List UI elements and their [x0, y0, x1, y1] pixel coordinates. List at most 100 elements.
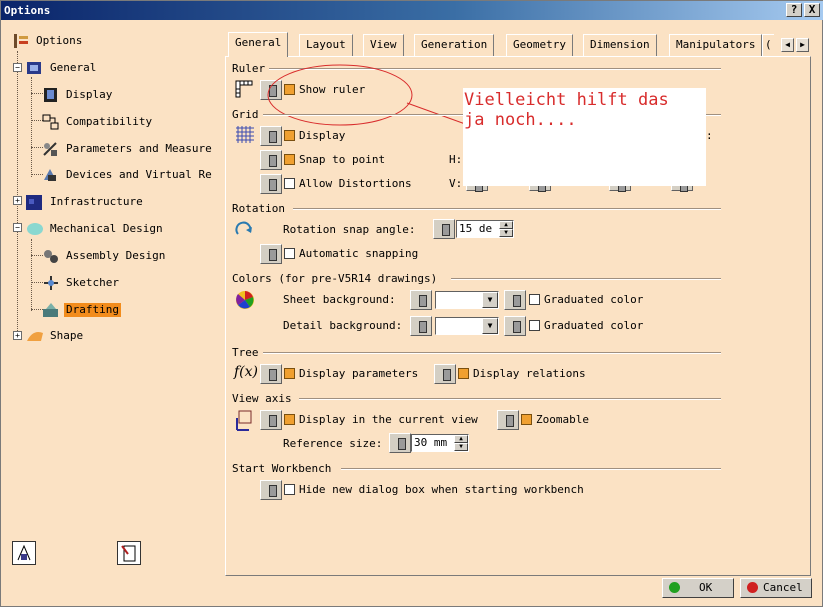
tab-general[interactable]: General	[228, 32, 289, 57]
tree-item-sketcher[interactable]: Sketcher	[41, 273, 121, 293]
mechanical-design-icon	[25, 220, 45, 238]
tab-view[interactable]: View	[363, 34, 404, 56]
reference-size-label: Reference size:	[283, 437, 383, 450]
automatic-snapping-lock-button[interactable]	[260, 244, 282, 264]
tree-item-compatibility[interactable]: Compatibility	[41, 112, 154, 132]
automatic-snapping-checkbox[interactable]	[284, 248, 295, 259]
display-parameters-label: Display parameters	[299, 367, 419, 380]
tree-item-shape[interactable]: Shape	[25, 326, 85, 346]
display-current-view-label: Display in the current view	[299, 413, 478, 426]
snap-to-point-checkbox[interactable]	[284, 154, 295, 165]
sheet-background-select[interactable]: ▼	[435, 291, 499, 309]
allow-distortions-lock-button[interactable]	[260, 174, 282, 194]
zoomable-lock-button[interactable]	[497, 410, 519, 430]
reference-size-up[interactable]: ▲	[454, 435, 468, 443]
infrastructure-expander[interactable]: +	[13, 196, 22, 205]
window-title: Options	[4, 4, 51, 17]
tab-overflow[interactable]: (	[762, 34, 774, 56]
tree-item-infrastructure[interactable]: Infrastructure	[25, 192, 145, 212]
tab-scroll-right[interactable]: ▶	[796, 38, 809, 52]
chevron-down-icon[interactable]: ▼	[482, 318, 498, 334]
display-relations-lock-button[interactable]	[434, 364, 456, 384]
reference-size-lock-button[interactable]	[389, 433, 411, 453]
display-current-view-checkbox[interactable]	[284, 414, 295, 425]
grid-display-lock-button[interactable]	[260, 126, 282, 146]
color-wheel-icon	[234, 289, 256, 309]
mechanical-design-expander[interactable]: −	[13, 223, 22, 232]
rotation-angle-down[interactable]: ▼	[499, 229, 513, 237]
tree-item-drafting[interactable]: Drafting	[41, 300, 121, 320]
ok-button[interactable]: OK	[662, 578, 734, 598]
tab-strip: General Layout View Generation Geometry …	[227, 32, 787, 57]
section-grid-title: Grid	[232, 108, 259, 121]
hide-dialog-lock-button[interactable]	[260, 480, 282, 500]
annotation-note: Vielleicht hilft das ja noch....	[463, 88, 706, 186]
rotation-snap-angle-input[interactable]: 15 de ▲ ▼	[456, 220, 514, 238]
general-expander[interactable]: −	[13, 63, 22, 72]
compatibility-icon	[41, 113, 61, 131]
grid-display-checkbox[interactable]	[284, 130, 295, 141]
cancel-button[interactable]: Cancel	[740, 578, 812, 598]
options-dialog: Options ? X − + − + Options General Disp…	[0, 0, 823, 607]
help-button[interactable]: ?	[786, 3, 802, 17]
snap-to-point-label: Snap to point	[299, 153, 386, 166]
tab-manipulators[interactable]: Manipulators	[669, 34, 763, 56]
tree-item-options[interactable]: Options	[11, 31, 84, 51]
reference-size-down[interactable]: ▼	[454, 443, 468, 451]
sheet-graduated-lock-button[interactable]	[504, 290, 526, 310]
shape-icon	[25, 327, 45, 345]
tree-item-assembly-design[interactable]: Assembly Design	[41, 246, 167, 266]
allow-distortions-checkbox[interactable]	[284, 178, 295, 189]
sketcher-icon	[41, 274, 61, 292]
detail-background-lock-button[interactable]	[410, 316, 432, 336]
tab-geometry[interactable]: Geometry	[506, 34, 573, 56]
grid-icon	[234, 125, 256, 145]
grid-display-label: Display	[299, 129, 346, 142]
detail-graduated-checkbox[interactable]	[529, 320, 540, 331]
list-options-button[interactable]	[117, 541, 141, 565]
sheet-background-lock-button[interactable]	[410, 290, 432, 310]
tree-item-devices[interactable]: Devices and Virtual Re	[41, 165, 214, 185]
rotation-angle-up[interactable]: ▲	[499, 221, 513, 229]
detail-background-select[interactable]: ▼	[435, 317, 499, 335]
sheet-background-label: Sheet background:	[283, 293, 396, 306]
parameters-icon	[41, 140, 61, 158]
hide-dialog-checkbox[interactable]	[284, 484, 295, 495]
close-button[interactable]: X	[804, 3, 820, 17]
sheet-graduated-checkbox[interactable]	[529, 294, 540, 305]
section-view-axis-title: View axis	[232, 392, 292, 405]
section-tree-title: Tree	[232, 346, 259, 359]
tab-generation[interactable]: Generation	[414, 34, 495, 56]
shape-expander[interactable]: +	[13, 331, 22, 340]
display-current-view-lock-button[interactable]	[260, 410, 282, 430]
detail-graduated-lock-button[interactable]	[504, 316, 526, 336]
rotation-snap-angle-label: Rotation snap angle:	[283, 223, 416, 236]
display-parameters-lock-button[interactable]	[260, 364, 282, 384]
ok-icon	[669, 582, 680, 593]
title-bar: Options ? X	[1, 1, 823, 20]
rotation-snap-angle-lock-button[interactable]	[433, 219, 455, 239]
reset-options-button[interactable]	[12, 541, 36, 565]
tree-item-mechanical-design[interactable]: Mechanical Design	[25, 219, 165, 239]
tab-layout[interactable]: Layout	[299, 34, 353, 56]
chevron-down-icon[interactable]: ▼	[482, 292, 498, 308]
display-relations-checkbox[interactable]	[458, 368, 469, 379]
section-ruler-title: Ruler	[232, 62, 266, 75]
general-icon	[25, 59, 45, 77]
display-parameters-checkbox[interactable]	[284, 368, 295, 379]
view-axis-icon	[234, 410, 256, 431]
section-colors-title: Colors (for pre-V5R14 drawings)	[232, 272, 438, 285]
zoomable-label: Zoomable	[536, 413, 589, 426]
tab-dimension[interactable]: Dimension	[583, 34, 657, 56]
hide-dialog-label: Hide new dialog box when starting workbe…	[299, 483, 584, 496]
tree-item-parameters[interactable]: Parameters and Measure	[41, 139, 214, 159]
tree-item-display[interactable]: Display	[41, 85, 114, 105]
display-relations-label: Display relations	[473, 367, 586, 380]
tab-scroll-left[interactable]: ◀	[781, 38, 794, 52]
rotation-icon	[234, 220, 256, 240]
zoomable-checkbox[interactable]	[521, 414, 532, 425]
reference-size-input[interactable]: 30 mm ▲ ▼	[411, 434, 469, 452]
tree-item-general[interactable]: General	[25, 58, 98, 78]
annotation-circle	[267, 64, 469, 126]
snap-to-point-lock-button[interactable]	[260, 150, 282, 170]
